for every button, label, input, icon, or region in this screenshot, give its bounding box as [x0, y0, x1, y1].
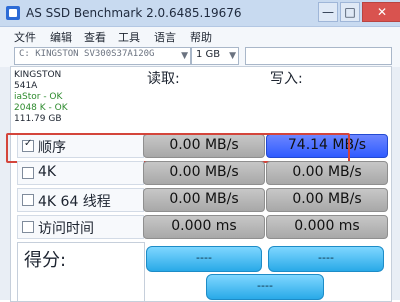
checkbox-4k[interactable]: [22, 167, 34, 179]
row-4k[interactable]: 4K: [17, 161, 144, 185]
row-label-access: 访问时间: [38, 221, 94, 237]
driver-status: iaStor - OK: [14, 92, 63, 102]
menu-edit[interactable]: 编辑: [50, 29, 72, 45]
4k-write-value: 0.00 MB/s: [266, 161, 388, 185]
score-write: ----: [268, 246, 384, 272]
close-button[interactable]: ✕: [362, 2, 400, 22]
score-read: ----: [146, 246, 262, 272]
menu-help[interactable]: 帮助: [190, 29, 212, 45]
chevron-down-icon: ▼: [229, 51, 236, 61]
4k-read-value: 0.00 MB/s: [143, 161, 265, 185]
aux-field[interactable]: [245, 47, 392, 65]
row-access[interactable]: 访问时间: [17, 215, 144, 239]
read-header: 读取:: [147, 71, 180, 87]
test-size-select[interactable]: 1 GB ▼: [191, 47, 239, 65]
drive-info: KINGSTON 541A iaStor - OK 2048 K - OK 11…: [14, 70, 138, 130]
toolbar: C: KINGSTON SV300S37A120G ▼ 1 GB ▼: [0, 45, 400, 67]
drive-firmware: 541A: [14, 81, 38, 91]
access-write-value: 0.000 ms: [266, 215, 388, 239]
row-label-4k: 4K: [38, 164, 57, 180]
highlight-box: [6, 133, 350, 163]
menu-bar: 文件 编辑 查看 工具 语言 帮助: [0, 27, 400, 46]
score-total: ----: [206, 274, 324, 300]
score-label: 得分:: [24, 250, 67, 271]
drive-model: KINGSTON: [14, 70, 62, 80]
4k64-read-value: 0.00 MB/s: [143, 188, 265, 212]
window-title: AS SSD Benchmark 2.0.6485.19676: [26, 6, 242, 20]
menu-file[interactable]: 文件: [14, 29, 36, 45]
access-read-value: 0.000 ms: [143, 215, 265, 239]
minimize-button[interactable]: —: [318, 2, 338, 22]
menu-view[interactable]: 查看: [84, 29, 106, 45]
drive-select-value: C: KINGSTON SV300S37A120G: [19, 49, 155, 59]
drive-capacity: 111.79 GB: [14, 114, 62, 124]
app-window: AS SSD Benchmark 2.0.6485.19676 — □ ✕ 文件…: [0, 0, 400, 302]
checkbox-4k64[interactable]: [22, 194, 34, 206]
write-header: 写入:: [270, 71, 303, 87]
checkbox-access[interactable]: [22, 221, 34, 233]
title-bar: AS SSD Benchmark 2.0.6485.19676 — □ ✕: [0, 0, 400, 27]
test-size-value: 1 GB: [196, 49, 221, 60]
row-4k64[interactable]: 4K 64 线程: [17, 188, 144, 212]
menu-tools[interactable]: 工具: [118, 29, 140, 45]
4k64-write-value: 0.00 MB/s: [266, 188, 388, 212]
app-icon: [6, 6, 20, 20]
menu-language[interactable]: 语言: [154, 29, 176, 45]
alignment-status: 2048 K - OK: [14, 103, 68, 113]
row-label-4k64: 4K 64 线程: [38, 194, 111, 210]
chevron-down-icon: ▼: [181, 51, 188, 61]
drive-select[interactable]: C: KINGSTON SV300S37A120G ▼: [14, 47, 191, 65]
maximize-button[interactable]: □: [340, 2, 360, 22]
